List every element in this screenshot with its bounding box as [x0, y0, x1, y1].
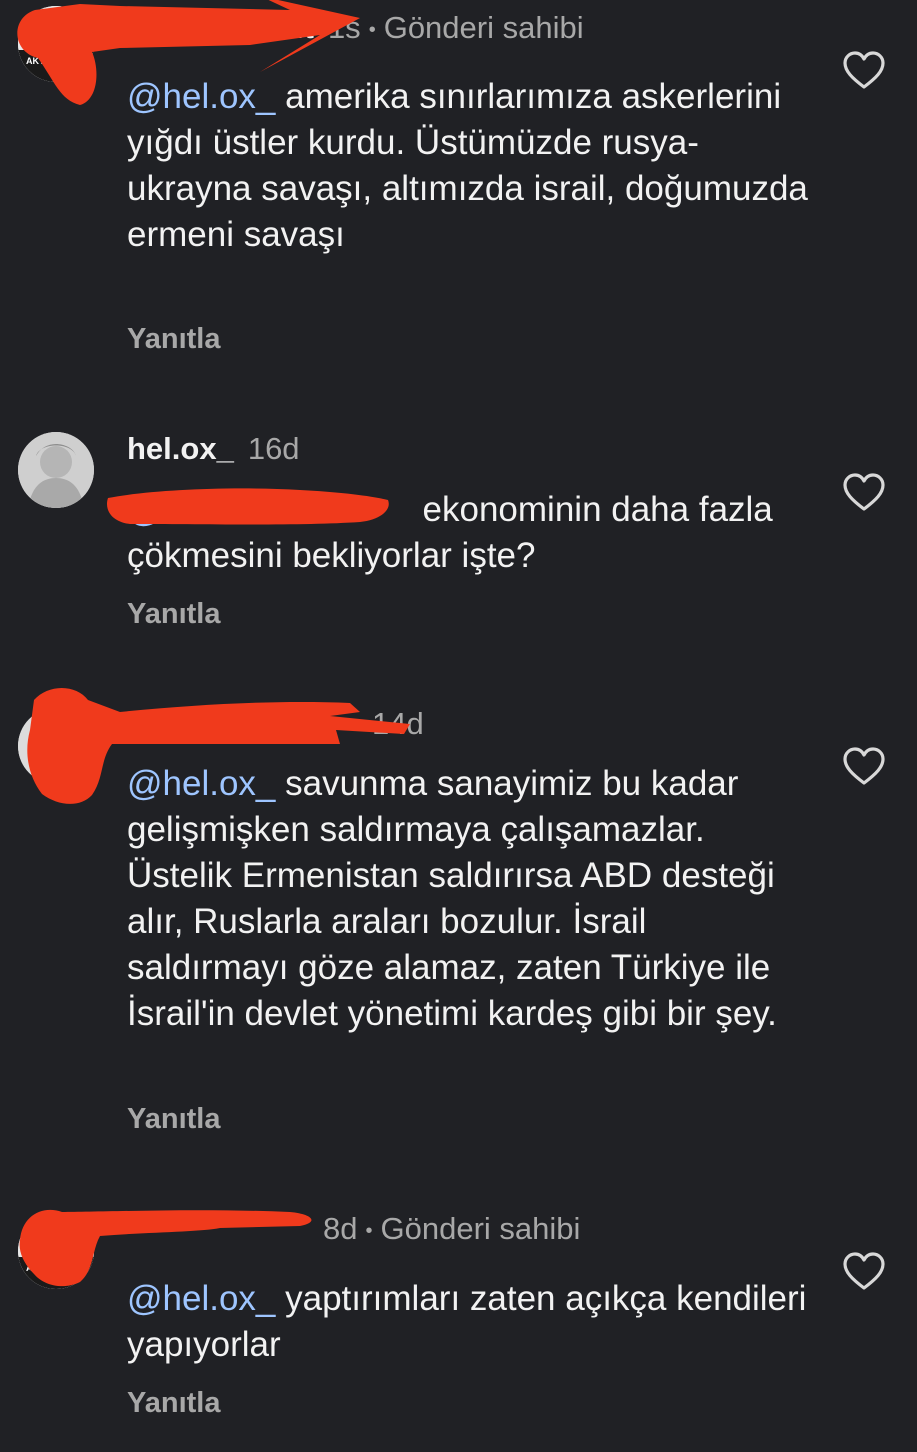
mention-link[interactable]: @hel.ox_ — [127, 1279, 275, 1318]
avatar[interactable] — [18, 708, 94, 784]
comment-text: @ ekonominin daha fazla çökmesini bekliyo… — [127, 487, 817, 579]
username[interactable]: it — [295, 10, 314, 45]
comment-meta: 8d • Gönderi sahibi — [127, 1211, 580, 1249]
heart-outline-icon[interactable] — [842, 50, 886, 90]
reply-button[interactable]: Yanıtla — [127, 1102, 221, 1136]
owner-badge: Gönderi sahibi — [380, 1211, 581, 1246]
heart-outline-icon[interactable] — [842, 1251, 886, 1291]
comment-body: savunma sanayimiz bu kadar gelişmişken s… — [127, 764, 777, 1033]
username[interactable]: hel.ox_ — [127, 431, 234, 466]
avatar[interactable] — [18, 432, 94, 508]
comment-body: ekonominin daha fazla çökmesini bekliyor… — [127, 490, 773, 575]
owner-badge: Gönderi sahibi — [383, 10, 584, 45]
comment-time: 16d — [247, 431, 300, 466]
avatar[interactable]: AKY — [18, 6, 94, 82]
comment-time: 1s — [327, 10, 361, 45]
separator-dot: • — [365, 1219, 373, 1242]
comment-text: @hel.ox_ yaptırımları zaten açıkça kendi… — [127, 1276, 817, 1368]
comment-text: @hel.ox_ amerika sınırlarımıza askerleri… — [127, 74, 817, 258]
avatar[interactable]: AKY — [18, 1213, 94, 1289]
heart-outline-icon[interactable] — [842, 472, 886, 512]
reply-button[interactable]: Yanıtla — [127, 322, 221, 356]
comment-time: 8d — [323, 1211, 358, 1246]
comment-time: 14d — [372, 706, 424, 741]
reply-button[interactable]: Yanıtla — [127, 1386, 221, 1420]
comment-meta: it 1s • Gönderi sahibi — [127, 10, 584, 48]
comment-text: @hel.ox_ savunma sanayimiz bu kadar geli… — [127, 761, 817, 1037]
heart-outline-icon[interactable] — [842, 746, 886, 786]
separator-dot: • — [368, 18, 376, 41]
mention-link[interactable]: @hel.ox_ — [127, 77, 275, 116]
mention-link[interactable]: @ — [127, 490, 163, 529]
mention-link[interactable]: @hel.ox_ — [127, 764, 275, 803]
svg-text:AKY: AKY — [26, 56, 45, 66]
reply-button[interactable]: Yanıtla — [127, 597, 221, 631]
comment-meta: 14d — [127, 706, 424, 742]
svg-text:AKY: AKY — [26, 1263, 45, 1273]
comment-meta: hel.ox_ 16d — [127, 431, 300, 467]
